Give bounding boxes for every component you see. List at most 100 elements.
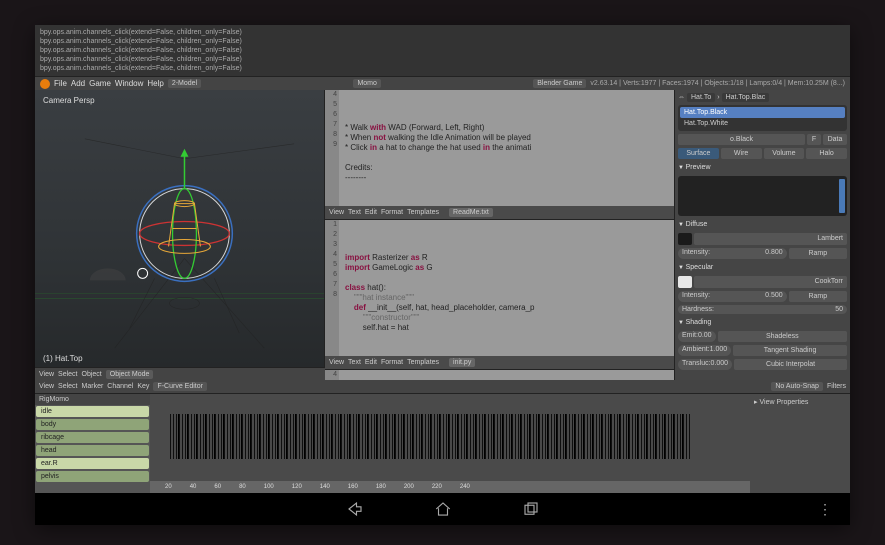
te2-format[interactable]: Format (381, 359, 403, 366)
menu-dots-icon[interactable]: ⋮ (818, 501, 830, 518)
emit-slider[interactable]: Emit:0.00 (678, 331, 716, 342)
code-area-readme[interactable]: 456789 * Walk with WAD (Forward, Left, R… (325, 90, 674, 206)
mode-dropdown[interactable]: Object Mode (106, 370, 154, 379)
menu-file[interactable]: File (54, 79, 67, 88)
tab-wire[interactable]: Wire (721, 148, 762, 159)
fc-view[interactable]: View (39, 383, 54, 390)
code-area-init[interactable]: 12345678 import Rasterizer as R import G… (325, 220, 674, 356)
menu-add[interactable]: Add (71, 79, 85, 88)
channel-pelvis[interactable]: pelvis (36, 471, 149, 482)
engine-dropdown[interactable]: Blender Game (533, 79, 586, 88)
fcurve-n-panel: ▸ View Properties (750, 394, 850, 493)
specular-color-swatch[interactable] (678, 276, 692, 288)
vh-view[interactable]: View (39, 371, 54, 378)
te1-edit[interactable]: Edit (365, 209, 377, 216)
menu-game[interactable]: Game (89, 79, 111, 88)
channel-ear-r[interactable]: ear.R (36, 458, 149, 469)
text-editor-readme: 456789 * Walk with WAD (Forward, Left, R… (325, 90, 674, 220)
fcurve-filters[interactable]: Filters (827, 383, 846, 390)
keyframe-curves[interactable] (170, 414, 690, 459)
fc-marker[interactable]: Marker (82, 383, 104, 390)
vh-object[interactable]: Object (82, 371, 102, 378)
timeline-ruler[interactable]: 20406080100120140160180200220240 (150, 481, 750, 493)
te1-view[interactable]: View (329, 209, 344, 216)
link-data-btn[interactable]: Data (823, 134, 847, 145)
vh-select[interactable]: Select (58, 371, 77, 378)
te1-text[interactable]: Text (348, 209, 361, 216)
viewport-header: View Select Object Object Mode (35, 367, 325, 380)
transluc-slider[interactable]: Transluc:0.000 (678, 359, 732, 370)
channel-list[interactable]: RigMomo idle body ribcage head ear.R pel… (35, 394, 150, 493)
section-specular[interactable]: Specular (678, 262, 847, 273)
menu-help[interactable]: Help (147, 79, 163, 88)
fcurve-graph[interactable]: 3 20406080100120140160180200220240 (150, 394, 750, 493)
te2-filename[interactable]: init.py (449, 358, 475, 367)
tab-surface[interactable]: Surface (678, 148, 719, 159)
hardness-slider[interactable]: Hardness:50 (678, 305, 847, 314)
tab-halo[interactable]: Halo (806, 148, 847, 159)
te2-view[interactable]: View (329, 359, 344, 366)
diffuse-shader-dropdown[interactable]: Lambert (694, 233, 847, 245)
channel-root[interactable]: RigMomo (35, 394, 150, 405)
cubic-toggle[interactable]: Cubic Interpolat (734, 359, 847, 370)
viewport-scene (35, 90, 324, 367)
fcurve-editor-type[interactable]: F-Curve Editor (153, 382, 207, 391)
diffuse-intensity-slider[interactable]: Intensity:0.800 (678, 248, 787, 259)
specular-shader-dropdown[interactable]: CookTorr (694, 276, 847, 288)
material-preview (678, 176, 847, 216)
material-slot-0[interactable]: Hat.Top.Black (680, 107, 845, 118)
crumb-object[interactable]: Hat.To (687, 93, 715, 102)
channel-body[interactable]: body (36, 419, 149, 430)
back-icon[interactable] (346, 500, 364, 518)
section-shading[interactable]: Shading (678, 317, 847, 328)
line-gutter: 45678910 (325, 370, 339, 380)
channel-idle[interactable]: idle (36, 406, 149, 417)
te1-format[interactable]: Format (381, 209, 403, 216)
blender-app: bpy.ops.anim.channels_click(extend=False… (35, 25, 850, 493)
ambient-slider[interactable]: Ambient:1.000 (678, 345, 731, 356)
chevron-right-icon: › (717, 94, 719, 101)
shadeless-toggle[interactable]: Shadeless (718, 331, 847, 342)
3d-viewport[interactable]: Camera Persp (35, 90, 325, 367)
recent-apps-icon[interactable] (522, 500, 540, 518)
te2-text[interactable]: Text (348, 359, 361, 366)
fcurve-editor: View Select Marker Channel Key F-Curve E… (35, 380, 850, 493)
section-diffuse[interactable]: Diffuse (678, 219, 847, 230)
tangent-toggle[interactable]: Tangent Shading (733, 345, 847, 356)
pin-icon[interactable]: ⇔ (678, 94, 685, 101)
fc-key[interactable]: Key (137, 383, 149, 390)
te2-edit[interactable]: Edit (365, 359, 377, 366)
fc-select[interactable]: Select (58, 383, 77, 390)
editor-header-1: View Text Edit Format Templates ReadMe.t… (325, 206, 674, 219)
specular-intensity-slider[interactable]: Intensity:0.500 (678, 291, 787, 302)
view-label: Camera Persp (43, 96, 95, 105)
python-console[interactable]: bpy.ops.anim.channels_click(extend=False… (35, 25, 850, 76)
diffuse-color-swatch[interactable] (678, 233, 692, 245)
fc-channel[interactable]: Channel (107, 383, 133, 390)
fcurve-header: View Select Marker Channel Key F-Curve E… (35, 380, 850, 393)
home-icon[interactable] (434, 500, 452, 518)
text-editor-hatselect: 45678910 def main(): cont = G.getCurrent… (325, 370, 674, 380)
stats-line: v2.63.14 | Verts:1977 | Faces:1974 | Obj… (590, 80, 845, 87)
diffuse-ramp-toggle[interactable]: Ramp (789, 248, 847, 259)
view-properties-head[interactable]: ▸ View Properties (754, 398, 846, 406)
section-preview[interactable]: Preview (678, 162, 847, 173)
specular-ramp-toggle[interactable]: Ramp (789, 291, 847, 302)
scene-dropdown[interactable]: Momo (353, 79, 380, 88)
material-users[interactable]: F (807, 134, 821, 145)
material-dropdown[interactable]: o.Black (678, 134, 805, 145)
channel-head[interactable]: head (36, 445, 149, 456)
menu-window[interactable]: Window (115, 79, 143, 88)
preview-type-bar[interactable] (839, 179, 845, 213)
fcurve-snap[interactable]: No Auto-Snap (771, 382, 823, 391)
te1-templates[interactable]: Templates (407, 209, 439, 216)
material-slot-list[interactable]: Hat.Top.Black Hat.Top.White (678, 105, 847, 131)
tab-volume[interactable]: Volume (764, 148, 805, 159)
te2-templates[interactable]: Templates (407, 359, 439, 366)
channel-ribcage[interactable]: ribcage (36, 432, 149, 443)
material-slot-1[interactable]: Hat.Top.White (680, 118, 845, 129)
te1-filename[interactable]: ReadMe.txt (449, 208, 493, 217)
code-area-hatselect[interactable]: 45678910 def main(): cont = G.getCurrent… (325, 370, 674, 380)
layout-dropdown[interactable]: 2-Model (168, 79, 201, 88)
crumb-material[interactable]: Hat.Top.Blac (722, 93, 770, 102)
